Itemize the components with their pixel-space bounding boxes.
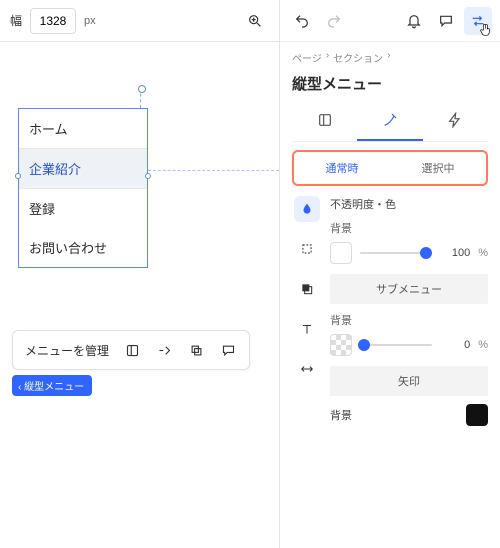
bg-label-1: 背景 [330, 220, 488, 236]
arrow-color-swatch[interactable] [466, 404, 488, 426]
canvas[interactable]: ホーム 企業紹介 登録 お問い合わせ メニューを管理 縦型メニュー [0, 42, 279, 548]
vertical-guide [140, 88, 141, 108]
resize-handle-right[interactable] [145, 173, 151, 179]
menu-item[interactable]: 企業紹介 [19, 148, 147, 189]
opacity-slider-2[interactable] [360, 338, 432, 352]
undo-icon[interactable] [288, 7, 316, 35]
cursor-hand-icon [478, 22, 494, 41]
tab-design[interactable] [357, 104, 422, 141]
width-input[interactable] [30, 8, 76, 34]
bg-color-swatch[interactable] [330, 242, 352, 264]
submenu-bg-swatch[interactable] [330, 334, 352, 356]
inspector-toggle-icon[interactable] [464, 7, 492, 35]
opacity-slider-1[interactable] [360, 246, 432, 260]
horizontal-guide [148, 170, 279, 171]
zoom-in-icon[interactable] [241, 7, 269, 35]
panel-topbar [280, 0, 500, 42]
panel-mode-tabs [292, 104, 488, 142]
bell-icon[interactable] [400, 7, 428, 35]
tab-interactions[interactable] [423, 104, 488, 141]
resize-handle-left[interactable] [15, 173, 21, 179]
breadcrumb[interactable]: ページ› セクション› [292, 50, 488, 65]
width-label: 幅 [10, 12, 22, 29]
comment-icon[interactable] [215, 337, 241, 363]
layout-icon[interactable] [119, 337, 145, 363]
inspector-panel: ページ› セクション› 縦型メニュー 通常時 選択中 [280, 0, 500, 548]
animate-icon[interactable] [151, 337, 177, 363]
duplicate-icon[interactable] [183, 337, 209, 363]
chat-icon[interactable] [432, 7, 460, 35]
widget-toolbar: メニューを管理 [12, 330, 250, 370]
border-category-icon[interactable] [294, 236, 320, 262]
bg-label-3: 背景 [330, 407, 352, 423]
canvas-topbar: 幅 px [0, 0, 279, 42]
menu-item[interactable]: お問い合わせ [19, 228, 147, 267]
menu-item[interactable]: 登録 [19, 189, 147, 228]
pct-2: % [478, 339, 488, 351]
redo-icon[interactable] [320, 7, 348, 35]
submenu-heading: サブメニュー [330, 274, 488, 304]
shadow-category-icon[interactable] [294, 276, 320, 302]
tab-layout[interactable] [292, 104, 357, 141]
section-opacity-color: 不透明度・色 [330, 196, 488, 212]
bg-label-2: 背景 [330, 312, 488, 328]
arrow-heading: 矢印 [330, 366, 488, 396]
property-category-rail [292, 192, 322, 426]
state-tab-normal[interactable]: 通常時 [294, 152, 390, 184]
state-tab-selected[interactable]: 選択中 [390, 152, 486, 184]
vertical-menu-widget[interactable]: ホーム 企業紹介 登録 お問い合わせ [18, 108, 148, 268]
selection-chip[interactable]: 縦型メニュー [12, 375, 92, 396]
text-category-icon[interactable] [294, 316, 320, 342]
panel-title: 縦型メニュー [292, 73, 488, 94]
spacing-category-icon[interactable] [294, 356, 320, 382]
menu-item[interactable]: ホーム [19, 109, 147, 148]
state-tabs-highlight: 通常時 選択中 [292, 150, 488, 186]
opacity-value-1[interactable]: 100 [440, 247, 470, 259]
crumb-section[interactable]: セクション [333, 50, 383, 65]
pct-1: % [478, 247, 488, 259]
manage-menu-button[interactable]: メニューを管理 [21, 342, 113, 359]
px-label: px [84, 15, 96, 27]
properties-column: 不透明度・色 背景 100 % サブメニュー 背景 [322, 192, 488, 426]
canvas-area: 幅 px ホーム 企業紹介 登録 お問い合わせ メニューを管理 [0, 0, 280, 548]
opacity-value-2[interactable]: 0 [440, 339, 470, 351]
crumb-page[interactable]: ページ [292, 50, 322, 65]
fill-category-icon[interactable] [294, 196, 320, 222]
